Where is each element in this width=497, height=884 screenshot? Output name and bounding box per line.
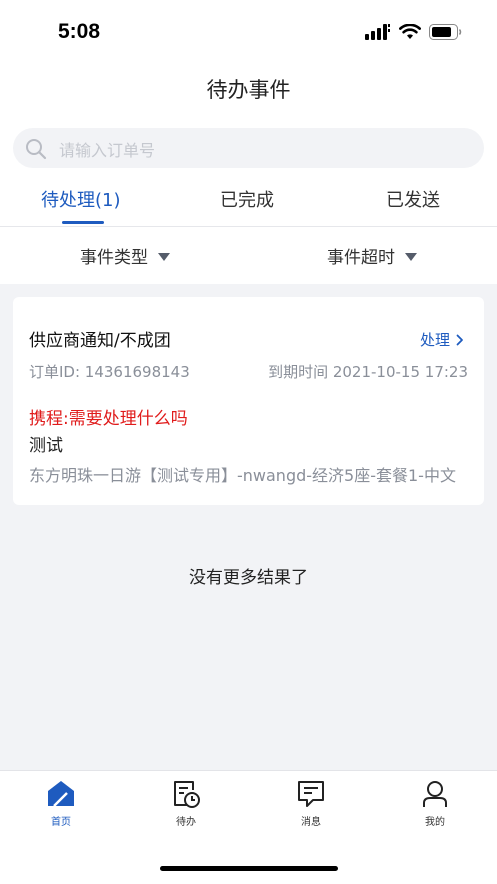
filter-event-type[interactable]: 事件类型 <box>80 243 170 268</box>
caret-down-icon <box>405 252 417 261</box>
tabbar-item-messages[interactable]: 消息 <box>271 779 351 828</box>
battery-icon <box>429 24 462 40</box>
product-name: 东方明珠一日游【测试专用】-nwangd-经济5座-套餐1-中文 <box>29 466 456 485</box>
list-end-message: 没有更多结果了 <box>189 568 308 588</box>
tab-pending[interactable]: 待处理(1) <box>41 186 121 212</box>
nav-header: 待办事件 <box>0 62 497 122</box>
search-section: 请输入订单号 <box>0 122 497 178</box>
tab-completed[interactable]: 已完成 <box>220 186 274 212</box>
status-icons <box>365 24 463 40</box>
filter-event-timeout[interactable]: 事件超时 <box>327 243 417 268</box>
process-label: 处理 <box>419 331 450 349</box>
caret-down-icon <box>158 252 170 261</box>
search-placeholder: 请输入订单号 <box>59 141 156 160</box>
event-title: 供应商通知/不成团 <box>29 331 171 351</box>
tab-sent[interactable]: 已发送 <box>386 186 440 212</box>
order-id: 订单ID: 14361698143 <box>29 363 190 381</box>
tabbar-label: 消息 <box>301 817 321 828</box>
tabbar-label: 待办 <box>176 817 196 828</box>
search-input[interactable]: 请输入订单号 <box>13 128 484 168</box>
tabbar-label: 首页 <box>51 817 71 828</box>
active-tab-indicator <box>62 221 104 224</box>
message-icon <box>298 781 324 807</box>
filter-label: 事件超时 <box>327 248 395 268</box>
tabbar-item-todo[interactable]: 待办 <box>146 779 226 828</box>
filter-label: 事件类型 <box>80 248 148 268</box>
wifi-icon <box>399 24 421 39</box>
home-icon <box>48 781 74 807</box>
event-card[interactable]: 供应商通知/不成团 处理 订单ID: 14361698143 到期时间 2021… <box>13 297 484 505</box>
status-tabs: 待处理(1) 已完成 已发送 <box>0 178 497 227</box>
event-answer: 测试 <box>29 436 63 456</box>
event-question: 携程:需要处理什么吗 <box>29 409 188 429</box>
home-indicator[interactable] <box>160 866 338 871</box>
due-time: 到期时间 2021-10-15 17:23 <box>268 363 468 381</box>
user-icon <box>423 781 447 807</box>
todo-clock-icon <box>174 781 200 808</box>
chevron-right-icon <box>456 334 463 345</box>
status-bar: 5:08 <box>0 0 497 62</box>
page-title: 待办事件 <box>206 78 291 102</box>
filter-bar: 事件类型 事件超时 <box>0 227 497 284</box>
cellular-signal-icon <box>365 24 390 40</box>
status-time: 5:08 <box>58 20 101 43</box>
tabbar-label: 我的 <box>425 817 445 828</box>
tabbar-item-home[interactable]: 首页 <box>21 779 101 828</box>
search-icon <box>26 139 47 160</box>
process-button[interactable]: 处理 <box>420 329 464 350</box>
tabbar-item-profile[interactable]: 我的 <box>395 779 475 828</box>
